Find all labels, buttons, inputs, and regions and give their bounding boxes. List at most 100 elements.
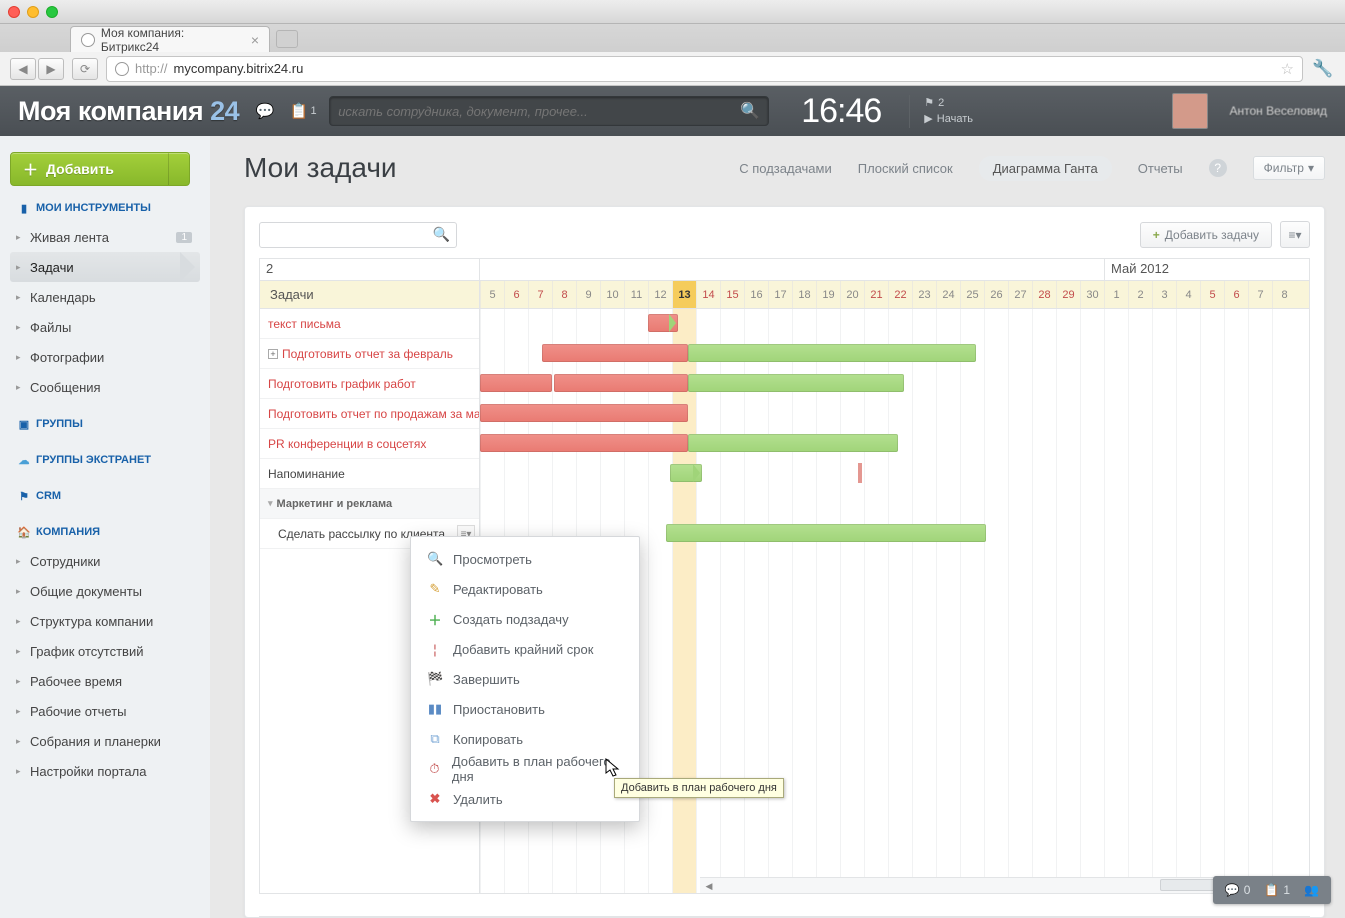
view-reports[interactable]: Отчеты bbox=[1138, 161, 1183, 176]
day-cell: 26 bbox=[984, 281, 1008, 308]
work-status[interactable]: ⚑2 ▶Начать bbox=[909, 95, 973, 128]
sidebar-item-employees[interactable]: ▸Сотрудники bbox=[10, 546, 200, 576]
clock: 16:46 bbox=[801, 92, 881, 131]
copy-icon: ⧉ bbox=[427, 731, 443, 747]
scroll-left-icon[interactable]: ◀ bbox=[702, 878, 716, 893]
user-avatar[interactable] bbox=[1172, 93, 1208, 129]
gantt-bar[interactable] bbox=[542, 344, 688, 362]
day-cell: 27 bbox=[1008, 281, 1032, 308]
month-frag: 2 bbox=[260, 259, 279, 280]
sidebar-item-absence[interactable]: ▸График отсутствий bbox=[10, 636, 200, 666]
gantt-bar[interactable] bbox=[554, 374, 688, 392]
ctx-copy[interactable]: ⧉Копировать bbox=[411, 724, 639, 754]
task-row[interactable]: Напоминание bbox=[260, 459, 479, 489]
gantt-bar[interactable] bbox=[688, 434, 898, 452]
task-row[interactable]: PR конференции в соцсетях bbox=[260, 429, 479, 459]
footer-tray[interactable]: 💬0 📋1 👥 bbox=[1213, 876, 1331, 904]
sidebar-group-tools: ▮МОИ ИНСТРУМЕНТЫ bbox=[10, 186, 200, 222]
gantt-bar[interactable] bbox=[480, 434, 688, 452]
nav-forward-button[interactable]: ▶ bbox=[38, 58, 64, 80]
sidebar-item-messages[interactable]: ▸Сообщения bbox=[10, 372, 200, 402]
notifications-icon[interactable]: 📋1 bbox=[291, 99, 315, 123]
sidebar-group-crm[interactable]: ⚑CRM bbox=[10, 474, 200, 510]
close-icon[interactable]: × bbox=[251, 32, 259, 48]
ctx-deadline[interactable]: ¦Добавить крайний срок bbox=[411, 634, 639, 664]
sidebar-item-structure[interactable]: ▸Структура компании bbox=[10, 606, 200, 636]
task-search-input[interactable] bbox=[266, 228, 433, 242]
day-cell: 2 bbox=[1128, 281, 1152, 308]
task-row[interactable]: текст письма bbox=[260, 309, 479, 339]
gantt-bar[interactable] bbox=[648, 314, 678, 332]
sidebar-item-photos[interactable]: ▸Фотографии bbox=[10, 342, 200, 372]
day-cell: 9 bbox=[576, 281, 600, 308]
deadline-marker[interactable] bbox=[858, 463, 862, 483]
day-cell: 17 bbox=[768, 281, 792, 308]
sidebar-item-meetings[interactable]: ▸Собрания и планерки bbox=[10, 726, 200, 756]
ctx-subtask[interactable]: ＋Создать подзадачу bbox=[411, 604, 639, 634]
sidebar-group-groups[interactable]: ▣ГРУППЫ bbox=[10, 402, 200, 438]
task-group-row[interactable]: ▾Маркетинг и реклама bbox=[260, 489, 479, 519]
help-icon[interactable]: ? bbox=[1209, 159, 1227, 177]
task-row[interactable]: +Подготовить отчет за февраль bbox=[260, 339, 479, 369]
plus-icon: + bbox=[1153, 228, 1160, 242]
day-cell: 28 bbox=[1032, 281, 1056, 308]
sidebar-item-feed[interactable]: ▸Живая лента1 bbox=[10, 222, 200, 252]
new-tab-button[interactable] bbox=[276, 30, 298, 48]
address-bar[interactable]: http://mycompany.bitrix24.ru ☆ bbox=[106, 56, 1303, 82]
nav-reload-button[interactable]: ⟳ bbox=[72, 58, 98, 80]
gantt-bar[interactable] bbox=[480, 404, 688, 422]
ctx-pause[interactable]: ▮▮Приостановить bbox=[411, 694, 639, 724]
global-search-input[interactable] bbox=[338, 104, 740, 119]
people-icon[interactable]: 👥 bbox=[1304, 883, 1319, 897]
gantt-bar[interactable] bbox=[688, 374, 904, 392]
browser-tab[interactable]: Моя компания: Битрикс24 × bbox=[70, 26, 270, 52]
browser-toolbar: ◀ ▶ ⟳ http://mycompany.bitrix24.ru ☆ 🔧 bbox=[0, 52, 1345, 86]
sidebar-group-extranet[interactable]: ☁ГРУППЫ ЭКСТРАНЕТ bbox=[10, 438, 200, 474]
day-cell: 8 bbox=[552, 281, 576, 308]
gantt-bar[interactable] bbox=[480, 374, 552, 392]
task-search[interactable]: 🔍 bbox=[259, 222, 457, 248]
list-settings-button[interactable]: ≡▾ bbox=[1280, 221, 1310, 248]
mouse-cursor bbox=[605, 758, 621, 778]
macos-close[interactable] bbox=[8, 6, 20, 18]
browser-menu-button[interactable]: 🔧 bbox=[1311, 57, 1335, 81]
sidebar-item-reports[interactable]: ▸Рабочие отчеты bbox=[10, 696, 200, 726]
chevron-down-icon[interactable]: ▾ bbox=[268, 498, 273, 509]
task-row[interactable]: Подготовить отчет по продажам за ма bbox=[260, 399, 479, 429]
view-gantt[interactable]: Диаграмма Ганта bbox=[979, 156, 1112, 181]
gantt-bar[interactable] bbox=[688, 344, 976, 362]
sidebar-item-worktime[interactable]: ▸Рабочее время bbox=[10, 666, 200, 696]
gantt-bar[interactable] bbox=[666, 524, 986, 542]
flag-icon: ⚑ bbox=[18, 490, 30, 502]
add-button[interactable]: ＋Добавить bbox=[10, 152, 190, 186]
ctx-edit[interactable]: ✎Редактировать bbox=[411, 574, 639, 604]
sidebar-item-files[interactable]: ▸Файлы bbox=[10, 312, 200, 342]
macos-zoom[interactable] bbox=[46, 6, 58, 18]
ctx-view[interactable]: 🔍Просмотреть bbox=[411, 544, 639, 574]
bookmark-star-icon[interactable]: ☆ bbox=[1281, 60, 1294, 78]
user-name[interactable]: Антон Веселовид bbox=[1230, 104, 1327, 118]
macos-minimize[interactable] bbox=[27, 6, 39, 18]
gantt-bar[interactable] bbox=[670, 464, 702, 482]
sidebar-item-docs[interactable]: ▸Общие документы bbox=[10, 576, 200, 606]
view-flat[interactable]: Плоский список bbox=[858, 161, 953, 176]
expand-icon[interactable]: + bbox=[268, 349, 278, 359]
search-icon[interactable]: 🔍 bbox=[740, 101, 760, 121]
cloud-icon: ☁ bbox=[18, 454, 30, 466]
nav-back-button[interactable]: ◀ bbox=[10, 58, 36, 80]
view-subtasks[interactable]: С подзадачами bbox=[739, 161, 832, 176]
task-row[interactable]: Подготовить график работ bbox=[260, 369, 479, 399]
plus-icon: ＋ bbox=[23, 159, 38, 180]
add-task-button[interactable]: +Добавить задачу bbox=[1140, 222, 1272, 248]
sidebar-item-tasks[interactable]: ▸Задачи bbox=[10, 252, 200, 282]
filter-button[interactable]: Фильтр ▾ bbox=[1253, 156, 1325, 180]
sidebar-item-settings[interactable]: ▸Настройки портала bbox=[10, 756, 200, 786]
sidebar-item-calendar[interactable]: ▸Календарь bbox=[10, 282, 200, 312]
chat-icon[interactable]: 💬 bbox=[253, 99, 277, 123]
day-cell: 7 bbox=[528, 281, 552, 308]
ctx-finish[interactable]: 🏁Завершить bbox=[411, 664, 639, 694]
context-menu: 🔍Просмотреть ✎Редактировать ＋Создать под… bbox=[410, 536, 640, 822]
global-search[interactable]: 🔍 bbox=[329, 96, 769, 126]
search-icon[interactable]: 🔍 bbox=[433, 226, 450, 243]
ctx-delete[interactable]: ✖Удалить bbox=[411, 784, 639, 814]
